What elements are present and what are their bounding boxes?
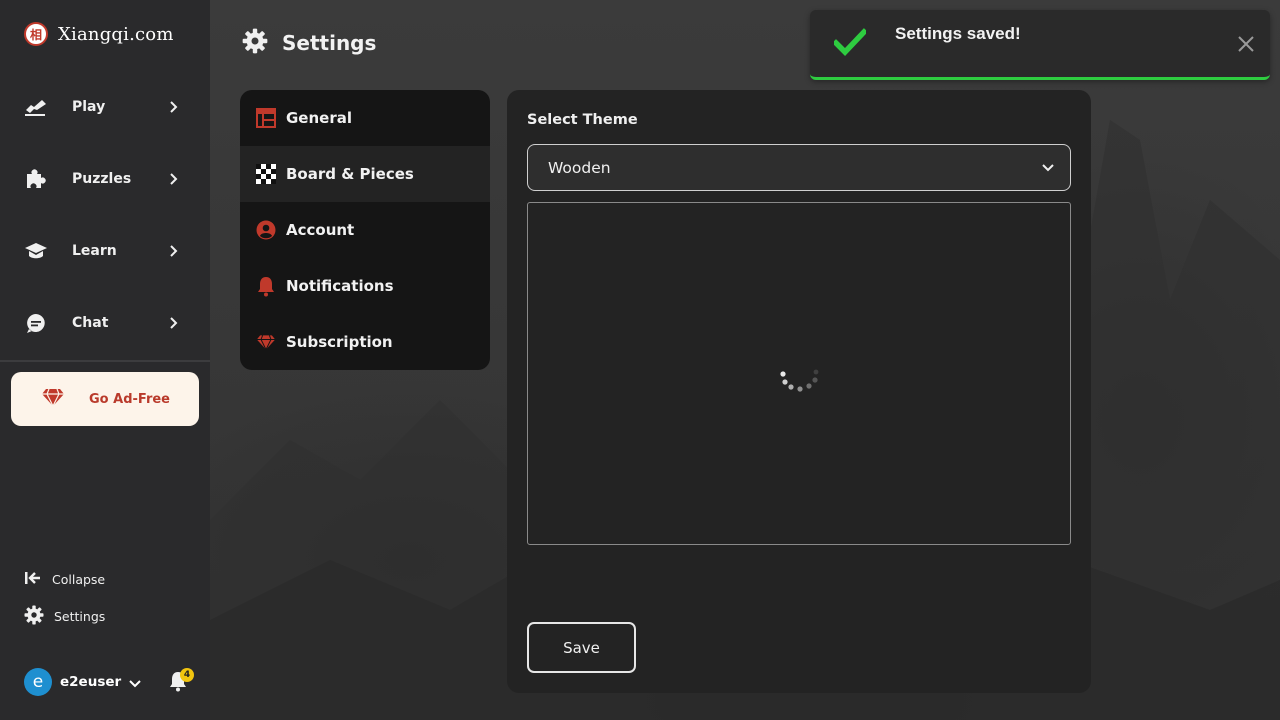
collapse-label: Collapse [52,572,106,587]
chevron-right-icon [162,173,186,185]
xiangqi-logo-icon: 相 [24,22,48,46]
chat-icon [24,311,48,335]
page-title: Settings [242,28,376,58]
chevron-right-icon [162,317,186,329]
collapse-button[interactable]: Collapse [24,570,105,589]
settings-panel: Select Theme Wooden Save [507,90,1091,693]
settings-menu-label: Board & Pieces [286,165,414,183]
diamond-icon [41,387,65,411]
settings-menu-label: Notifications [286,277,394,295]
sidebar-item-label: Puzzles [72,171,132,187]
sidebar-item-label: Learn [72,243,117,259]
brand-name: Xiangqi.com [58,23,174,45]
save-button[interactable]: Save [527,622,636,673]
username: e2euser [60,674,122,690]
settings-link[interactable]: Settings [24,605,105,628]
settings-menu: General Board & Pieces Account Notificat… [240,90,490,370]
bell-icon [256,276,276,297]
settings-menu-label: Account [286,221,355,239]
notification-count-badge: 4 [180,668,194,682]
theme-select[interactable]: Wooden [527,144,1071,191]
check-icon [832,28,868,60]
diamond-icon [256,332,276,352]
settings-menu-label: Subscription [286,333,393,351]
collapse-icon [24,570,42,589]
brand[interactable]: 相 Xiangqi.com [24,22,174,46]
sidebar-item-learn[interactable]: Learn [0,227,210,275]
gear-icon [242,28,268,58]
puzzle-icon [24,167,48,191]
chevron-down-icon [129,673,141,692]
settings-menu-account[interactable]: Account [240,202,490,258]
close-icon[interactable] [1236,34,1256,54]
sidebar-item-chat[interactable]: Chat [0,299,210,347]
sidebar-divider [0,360,210,362]
sidebar: 相 Xiangqi.com Play Puzzles Learn Chat Go… [0,0,210,720]
sidebar-item-play[interactable]: Play [0,83,210,131]
play-hand-icon [24,95,48,119]
board-preview [527,202,1071,545]
sidebar-item-puzzles[interactable]: Puzzles [0,155,210,203]
sidebar-item-label: Chat [72,315,109,331]
sidebar-item-label: Play [72,99,106,115]
go-ad-free-label: Go Ad-Free [89,391,170,407]
checkerboard-icon [256,164,276,184]
toast-notification: Settings saved! [810,10,1270,80]
page-title-text: Settings [282,31,377,55]
user-circle-icon [256,220,276,240]
select-theme-label: Select Theme [527,112,638,128]
settings-menu-notifications[interactable]: Notifications [240,258,490,314]
user-menu[interactable]: e e2euser [24,668,141,696]
gear-icon [24,605,44,628]
settings-menu-general[interactable]: General [240,90,490,146]
chevron-right-icon [162,101,186,113]
chevron-right-icon [162,245,186,257]
go-ad-free-button[interactable]: Go Ad-Free [11,372,199,426]
settings-menu-board-pieces[interactable]: Board & Pieces [240,146,490,202]
chevron-down-icon [1038,163,1058,172]
settings-label: Settings [54,609,106,624]
layout-icon [256,108,276,128]
theme-select-value: Wooden [548,158,611,177]
settings-menu-subscription[interactable]: Subscription [240,314,490,370]
settings-menu-label: General [286,109,352,127]
avatar: e [24,668,52,696]
toast-message: Settings saved! [895,24,1021,43]
graduation-cap-icon [24,239,48,263]
loading-spinner-icon [780,369,819,392]
